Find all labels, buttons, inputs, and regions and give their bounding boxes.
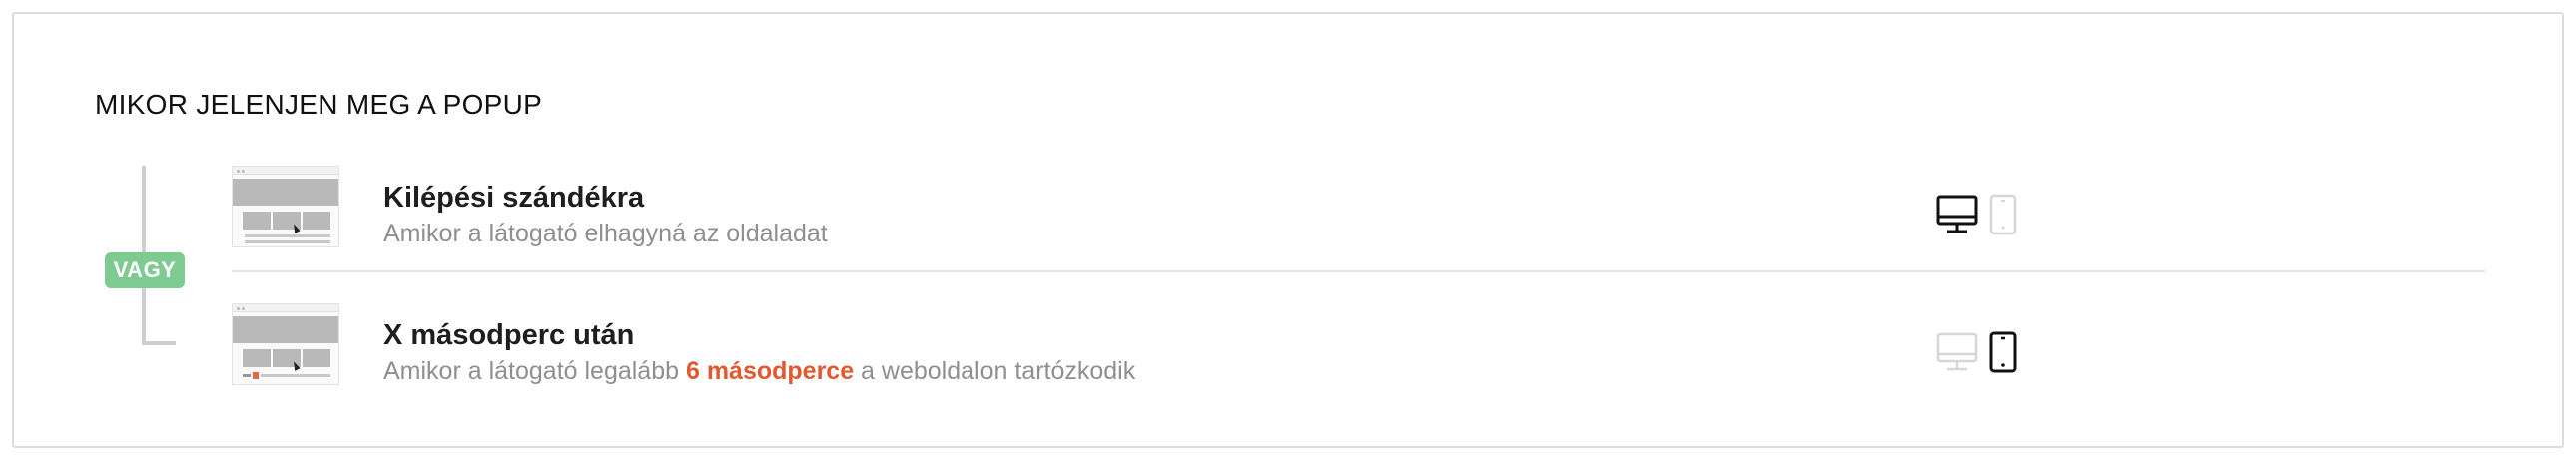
trigger-row-exit-intent[interactable]: Kilépési szándékra Amikor a látogató elh… — [232, 166, 2488, 255]
or-connector-line-bottom — [142, 341, 176, 345]
section-title: MIKOR JELENJEN MEG A POPUP — [95, 89, 543, 120]
description-after: a weboldalon tartózkodik — [854, 357, 1136, 385]
trigger-title: X másodperc után — [383, 319, 635, 351]
trigger-title: Kilépési szándékra — [383, 182, 645, 214]
seconds-highlight: 6 másodperce — [685, 357, 855, 385]
or-badge: VAGY — [105, 252, 185, 288]
desktop-icon[interactable] — [1936, 331, 1978, 373]
mobile-icon[interactable] — [1988, 331, 2018, 373]
trigger-row-time-delay[interactable]: X másodperc után Amikor a látogató legal… — [232, 303, 2488, 393]
row-divider — [232, 270, 2485, 272]
time-delay-thumbnail — [232, 303, 339, 385]
popup-trigger-card: MIKOR JELENJEN MEG A POPUP VAGY Kilépési… — [12, 12, 2564, 448]
trigger-description: Amikor a látogató legalább 6 másodperce … — [383, 357, 1135, 386]
desktop-icon[interactable] — [1936, 194, 1978, 235]
trigger-description: Amikor a látogató elhagyná az oldaladat — [383, 220, 828, 247]
description-before: Amikor a látogató legalább — [383, 357, 686, 385]
exit-intent-thumbnail — [232, 166, 339, 247]
mobile-icon[interactable] — [1988, 194, 2018, 235]
